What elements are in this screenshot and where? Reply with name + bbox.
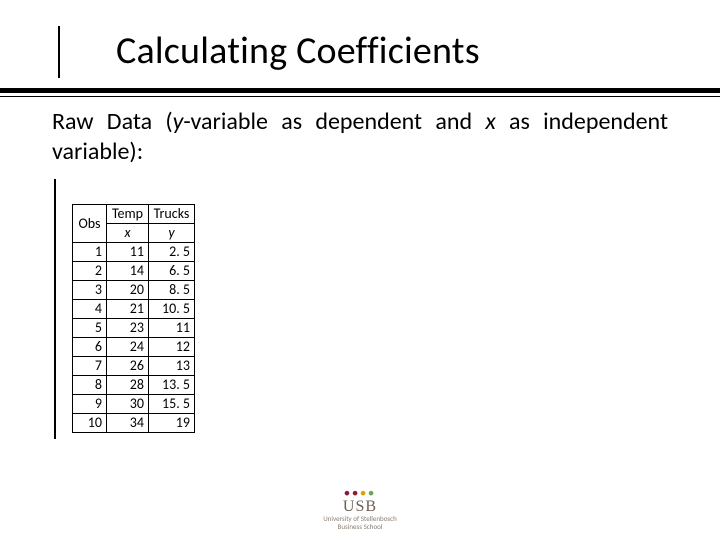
table-row: 1112. 5 bbox=[73, 243, 195, 262]
subtitle-text: Raw Data (y-variable as dependent and x … bbox=[52, 107, 668, 167]
cell-y: 11 bbox=[149, 319, 195, 338]
title-vertical-rule bbox=[58, 26, 60, 78]
footer-logo: ●●●● USB University of Stellenbosch Busi… bbox=[323, 488, 397, 530]
title-area: Calculating Coefficients bbox=[0, 0, 720, 74]
cell-x: 28 bbox=[107, 376, 149, 395]
cell-x: 30 bbox=[107, 395, 149, 414]
table-row: 72613 bbox=[73, 357, 195, 376]
cell-obs: 3 bbox=[73, 281, 107, 300]
subtitle-mid1: -variable as dependent and bbox=[183, 107, 485, 136]
cell-y: 12 bbox=[149, 338, 195, 357]
cell-y: 13 bbox=[149, 357, 195, 376]
cell-obs: 2 bbox=[73, 262, 107, 281]
col-header-temp: Temp bbox=[107, 205, 149, 224]
subtitle-x: x bbox=[485, 107, 495, 136]
subheader-y: y bbox=[149, 224, 195, 243]
cell-x: 24 bbox=[107, 338, 149, 357]
subtitle-y: y bbox=[173, 107, 184, 136]
table-row: 2146. 5 bbox=[73, 262, 195, 281]
table-row: 52311 bbox=[73, 319, 195, 338]
cell-y: 2. 5 bbox=[149, 243, 195, 262]
cell-y: 10. 5 bbox=[149, 300, 195, 319]
cell-obs: 5 bbox=[73, 319, 107, 338]
cell-y: 6. 5 bbox=[149, 262, 195, 281]
slide-title: Calculating Coefficients bbox=[60, 28, 720, 74]
cell-x: 11 bbox=[107, 243, 149, 262]
table-row: 103419 bbox=[73, 414, 195, 433]
cell-obs: 6 bbox=[73, 338, 107, 357]
cell-obs: 8 bbox=[73, 376, 107, 395]
col-header-trucks: Trucks bbox=[149, 205, 195, 224]
table-row: 82813. 5 bbox=[73, 376, 195, 395]
cell-y: 13. 5 bbox=[149, 376, 195, 395]
subheader-x: x bbox=[107, 224, 149, 243]
cell-y: 8. 5 bbox=[149, 281, 195, 300]
slide: Calculating Coefficients Raw Data (y-var… bbox=[0, 0, 720, 540]
cell-obs: 4 bbox=[73, 300, 107, 319]
subtitle-pre: Raw Data ( bbox=[52, 107, 173, 136]
cell-obs: 10 bbox=[73, 414, 107, 433]
cell-x: 20 bbox=[107, 281, 149, 300]
cell-y: 15. 5 bbox=[149, 395, 195, 414]
cell-x: 26 bbox=[107, 357, 149, 376]
data-table: Obs Temp Trucks x y 1112. 5 2146. 5 3208… bbox=[72, 204, 195, 433]
table-row: 62412 bbox=[73, 338, 195, 357]
body-vertical-rule bbox=[54, 179, 56, 439]
table-body: 1112. 5 2146. 5 3208. 5 42110. 5 52311 6… bbox=[73, 243, 195, 433]
data-table-wrap: Obs Temp Trucks x y 1112. 5 2146. 5 3208… bbox=[72, 204, 195, 433]
logo-dots-icon: ●●●● bbox=[323, 488, 397, 499]
cell-x: 14 bbox=[107, 262, 149, 281]
col-header-obs: Obs bbox=[73, 205, 107, 243]
title-underline bbox=[0, 88, 720, 97]
cell-x: 21 bbox=[107, 300, 149, 319]
table-row: 93015. 5 bbox=[73, 395, 195, 414]
cell-obs: 1 bbox=[73, 243, 107, 262]
logo-brand: USB bbox=[323, 499, 397, 516]
cell-obs: 9 bbox=[73, 395, 107, 414]
table-header-row: Obs Temp Trucks bbox=[73, 205, 195, 224]
table-row: 42110. 5 bbox=[73, 300, 195, 319]
cell-x: 34 bbox=[107, 414, 149, 433]
rule-thick bbox=[0, 88, 720, 93]
logo-line2: Business School bbox=[323, 523, 397, 530]
cell-obs: 7 bbox=[73, 357, 107, 376]
table-row: 3208. 5 bbox=[73, 281, 195, 300]
body-area: Raw Data (y-variable as dependent and x … bbox=[0, 97, 720, 167]
cell-x: 23 bbox=[107, 319, 149, 338]
cell-y: 19 bbox=[149, 414, 195, 433]
